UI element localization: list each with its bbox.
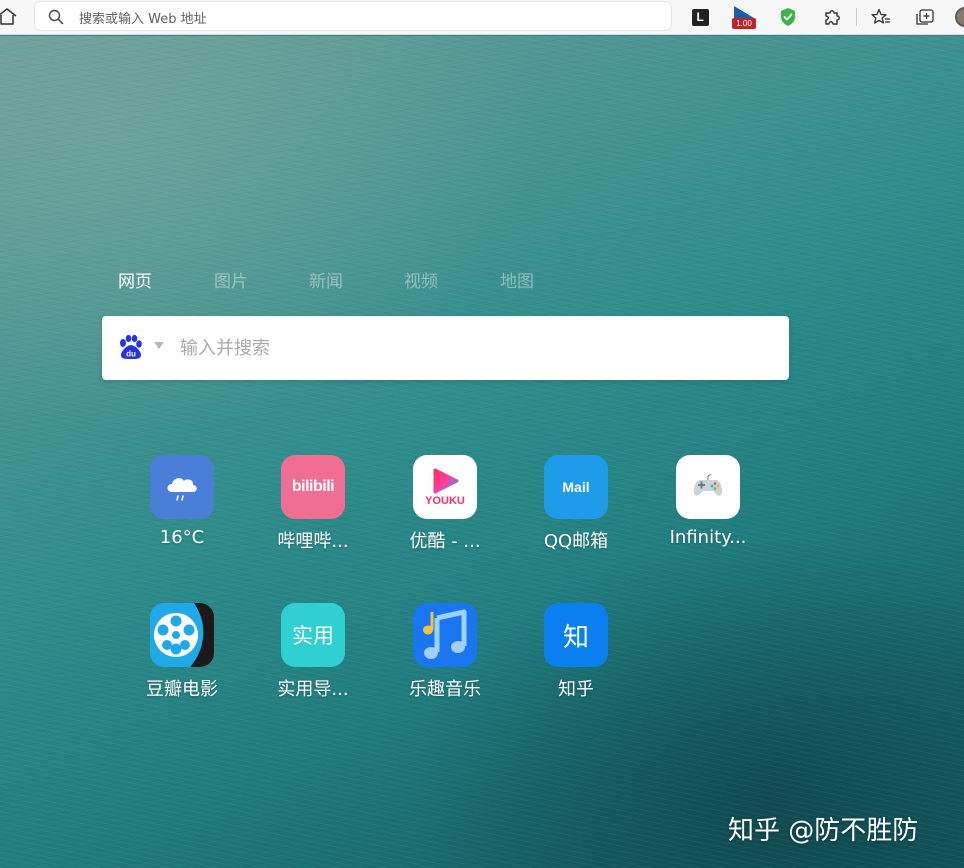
search-engine-selector[interactable]: du	[116, 334, 166, 362]
shortcut-label: Infinity...	[669, 527, 747, 548]
extension-l-icon[interactable]: L	[688, 5, 712, 29]
tab-images[interactable]: 图片	[214, 267, 248, 292]
search-box: du	[102, 316, 789, 380]
search-input[interactable]	[180, 330, 770, 366]
douban-film-icon	[150, 603, 214, 667]
address-placeholder: 搜索或输入 Web 地址	[79, 12, 207, 27]
tab-web[interactable]: 网页	[118, 267, 152, 292]
practical-nav-icon: 实用	[281, 603, 345, 667]
watermark-text: 知乎 @防不胜防	[728, 816, 919, 846]
shortcut-practical-nav[interactable]: 实用 实用导...	[258, 603, 368, 713]
shortcut-label: QQ邮箱	[543, 531, 609, 552]
shortcut-weather[interactable]: 16°C	[127, 455, 237, 565]
extensions-puzzle-icon[interactable]	[820, 5, 844, 29]
shortcut-youku[interactable]: YOUKU 优酷 - ...	[390, 455, 500, 565]
shortcut-label: 实用导...	[277, 679, 349, 700]
browser-toolbar: 搜索或输入 Web 地址 L 1.00	[0, 0, 964, 35]
zhihu-icon: 知	[544, 603, 608, 667]
favorites-star-icon[interactable]	[869, 5, 893, 29]
shortcut-label: 乐趣音乐	[409, 679, 481, 700]
shortcut-fun-music[interactable]: 乐趣音乐	[390, 603, 500, 713]
profile-avatar[interactable]	[955, 7, 964, 27]
baidu-paw-icon: du	[120, 334, 142, 359]
tab-map[interactable]: 地图	[500, 267, 534, 292]
shortcut-infinity[interactable]: Infinity...	[653, 455, 763, 565]
qq-mail-icon: Mail	[544, 455, 608, 519]
toolbar-divider	[856, 8, 857, 26]
music-note-icon	[413, 603, 477, 667]
shortcut-label: 知乎	[558, 679, 594, 700]
shortcut-label: 16°C	[159, 527, 205, 548]
bilibili-icon: bilibili	[281, 455, 345, 519]
speed-badge: 1.00	[732, 18, 756, 29]
shortcut-bilibili[interactable]: bilibili 哔哩哔...	[258, 455, 368, 565]
shortcut-label: 优酷 - ...	[409, 531, 481, 552]
wallpaper-texture	[0, 36, 964, 868]
tab-video[interactable]: 视频	[404, 267, 438, 292]
weather-cloud-icon	[150, 455, 214, 519]
youku-icon: YOUKU	[413, 455, 477, 519]
shortcut-qq-mail[interactable]: Mail QQ邮箱	[521, 455, 631, 565]
collections-icon[interactable]	[913, 5, 937, 29]
shortcut-douban-film[interactable]: 豆瓣电影	[127, 603, 237, 713]
shortcut-zhihu[interactable]: 知 知乎	[521, 603, 631, 713]
search-icon	[48, 9, 64, 25]
shortcut-label: 哔哩哔...	[277, 531, 349, 552]
home-icon[interactable]	[0, 7, 18, 27]
shield-extension-icon[interactable]	[776, 5, 800, 29]
chevron-down-icon	[154, 342, 164, 349]
svg-text:du: du	[126, 350, 136, 359]
address-bar[interactable]: 搜索或输入 Web 地址	[34, 1, 672, 31]
tab-news[interactable]: 新闻	[309, 267, 343, 292]
shortcut-label: 豆瓣电影	[146, 679, 218, 700]
gamepad-icon	[676, 455, 740, 519]
